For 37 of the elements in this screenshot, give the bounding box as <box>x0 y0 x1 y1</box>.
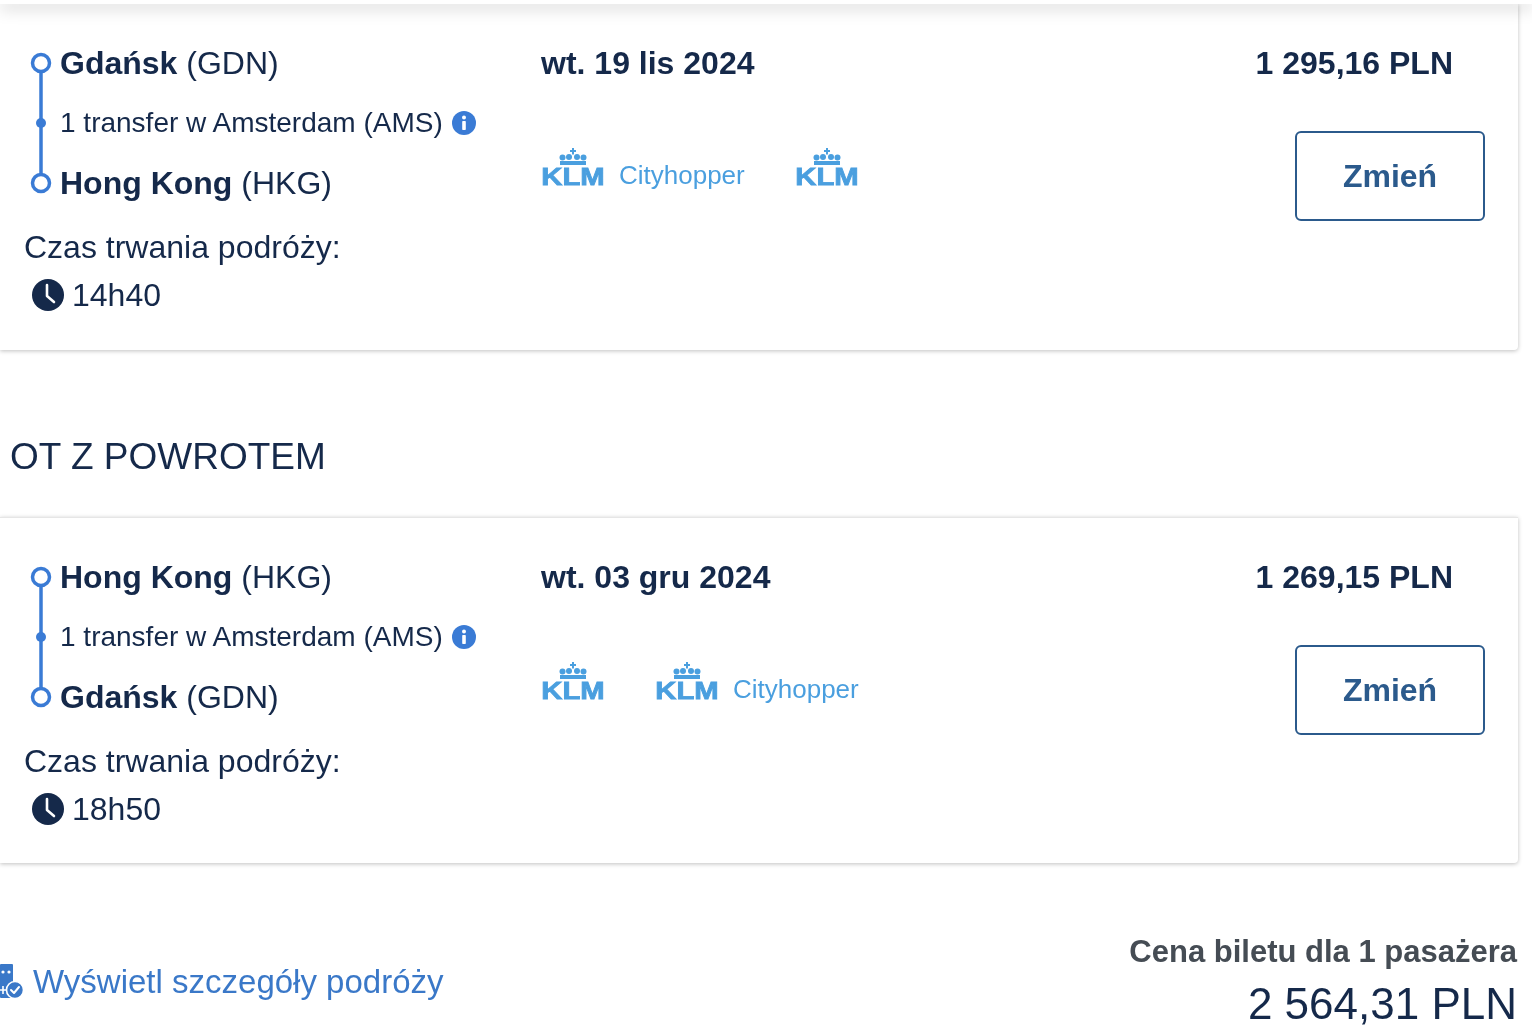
flight-date: wt. 03 gru 2024 <box>541 558 771 597</box>
airport-label: Hong Kong (HKG) <box>60 558 332 597</box>
crown-icon <box>671 662 702 679</box>
flight-price: 1 295,16 PLN <box>1255 44 1453 83</box>
airline-logo-text: KLM <box>541 681 605 700</box>
transfer-label: 1 transfer w Amsterdam (AMS) <box>60 620 443 654</box>
clock-icon <box>32 279 64 311</box>
total-price: 2 564,31 PLN <box>1247 978 1517 1030</box>
duration-label: Czas trwania podróży: <box>24 742 341 781</box>
duration-value: 14h40 <box>72 276 161 315</box>
duration-value: 18h50 <box>72 790 161 829</box>
flight-date: wt. 19 lis 2024 <box>541 44 755 83</box>
airport-label: Gdańsk (GDN) <box>60 44 279 83</box>
airport-label: Gdańsk (GDN) <box>60 678 279 717</box>
crown-icon <box>558 662 588 679</box>
ticket-price-label: Cena biletu dla 1 pasażera <box>1129 933 1517 971</box>
airline-logo-text: KLM <box>655 681 719 700</box>
info-icon[interactable] <box>451 111 476 135</box>
info-icon[interactable] <box>451 625 476 649</box>
crown-icon <box>558 148 588 165</box>
airline-name: Cityhopper <box>619 162 745 188</box>
transfer-label: 1 transfer w Amsterdam (AMS) <box>60 106 443 140</box>
airline-logo-text: KLM <box>541 167 605 186</box>
trip-details-link[interactable]: Wyświetl szczegóły podróży <box>0 957 444 1007</box>
airline-logo-text: KLM <box>795 167 859 186</box>
document-check-icon <box>0 964 24 1000</box>
flight-price: 1 269,15 PLN <box>1255 558 1453 597</box>
crown-icon <box>811 148 842 165</box>
airline-name: Cityhopper <box>732 676 859 702</box>
route-timeline-icon <box>30 566 52 708</box>
section-heading: OT Z POWROTEM <box>10 435 326 480</box>
duration-label: Czas trwania podróży: <box>24 228 341 267</box>
change-button[interactable]: Zmień <box>1295 131 1485 221</box>
change-button[interactable]: Zmień <box>1295 645 1485 735</box>
route-timeline-icon <box>30 52 52 194</box>
airport-label: Hong Kong (HKG) <box>60 164 332 203</box>
clock-icon <box>32 793 64 825</box>
